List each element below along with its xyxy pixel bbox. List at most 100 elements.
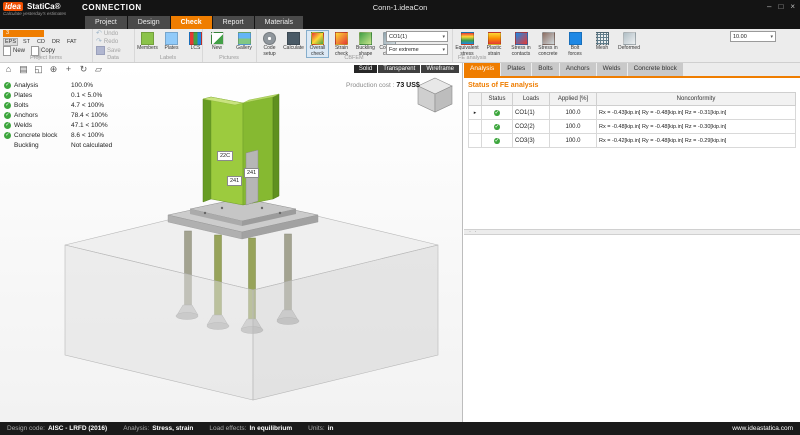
table-header-row: Status Loads Applied [%] Nonconformity	[469, 93, 796, 106]
check-ok-icon: ✓	[4, 122, 11, 129]
row-selector	[469, 134, 482, 148]
check-ok-icon: ✓	[4, 92, 11, 99]
result-tab-anchors[interactable]: Anchors	[560, 63, 596, 76]
minimize-button[interactable]: –	[767, 2, 771, 11]
gallery-button[interactable]: Gallery	[231, 30, 257, 53]
result-tab-bolts[interactable]: Bolts	[532, 63, 558, 76]
column-member	[203, 94, 279, 205]
buckling-shape-button[interactable]: Bucklingshape	[354, 30, 377, 58]
check-ok-icon: ✓	[4, 112, 11, 119]
maximize-button[interactable]: □	[778, 2, 783, 11]
result-tab-analysis[interactable]: Analysis	[464, 63, 500, 76]
wireframe-view-button[interactable]: Wireframe	[421, 65, 459, 73]
chevron-down-icon: ▾	[442, 47, 445, 53]
load-combination-select[interactable]: CO1(1)▾	[386, 31, 448, 42]
tab-design[interactable]: Design	[128, 16, 170, 29]
type-fat[interactable]: FAT	[65, 38, 79, 46]
result-tab-welds[interactable]: Welds	[597, 63, 627, 76]
equivalent-stress-button[interactable]: Equivalentstress	[454, 30, 480, 58]
calculator-icon	[287, 32, 300, 45]
zoom-window-icon[interactable]: ◱	[33, 64, 44, 75]
table-row[interactable]: ✓ CO2(2) 100.0 Rx = -0.48[kip.in] Ry = -…	[469, 120, 796, 134]
tab-materials[interactable]: Materials	[255, 16, 303, 29]
mesh-icon	[596, 32, 609, 45]
new-picture-button[interactable]: New	[204, 30, 230, 53]
gear-icon	[263, 32, 276, 45]
type-cd[interactable]: CD	[35, 38, 47, 46]
status-ok-icon: ✓	[494, 110, 499, 116]
group-fe-analysis: Equivalentstress Plasticstrain Stress in…	[452, 29, 790, 62]
stress-in-contacts-button[interactable]: Stress incontacts	[508, 30, 534, 58]
title-bar: idea StatiCa® Calculate yesterday's esti…	[0, 0, 800, 16]
buckling-shape-icon	[359, 32, 372, 45]
check-ok-icon: ✓	[4, 132, 11, 139]
perspective-icon[interactable]: ▱	[93, 64, 104, 75]
print-icon[interactable]: ▤	[18, 64, 29, 75]
save-icon	[96, 46, 105, 55]
orientation-cube[interactable]	[418, 78, 452, 112]
overall-check-icon	[311, 32, 324, 45]
plates-toggle-button[interactable]: Plates	[160, 30, 183, 53]
scene-label-241-b[interactable]: 241	[244, 168, 259, 178]
save-button[interactable]: Save	[96, 46, 121, 55]
view-mode-buttons: Solid Transparent Wireframe	[354, 65, 459, 73]
deformed-button[interactable]: Deformed	[616, 30, 642, 58]
members-toggle-button[interactable]: Members	[136, 30, 159, 53]
deformation-scale-select[interactable]: 10.00▾	[730, 31, 776, 42]
scene-label-22C[interactable]: 22C	[217, 151, 233, 161]
transparent-view-button[interactable]: Transparent	[378, 65, 420, 73]
bolt-forces-icon	[569, 32, 582, 45]
zoom-icon[interactable]: ⊕	[48, 64, 59, 75]
tab-report[interactable]: Report	[213, 16, 254, 29]
extreme-filter-select[interactable]: For extreme▾	[386, 44, 448, 55]
group-labels: Members Plates LCS Labels	[134, 29, 203, 62]
table-row[interactable]: ✓ CO3(3) 100.0 Rx = -0.42[kip.in] Ry = -…	[469, 134, 796, 148]
overall-check-button[interactable]: Overallcheck	[306, 30, 329, 58]
summary-row-analysis: ✓Analysis100.0%	[4, 80, 164, 90]
website-link[interactable]: www.ideastatica.com	[732, 425, 793, 432]
plastic-strain-button[interactable]: Plasticstrain	[481, 30, 507, 58]
group-label-cbfem: CBFEM	[256, 55, 452, 62]
bolt-forces-button[interactable]: Boltforces	[562, 30, 588, 58]
panel-splitter[interactable]: · ·	[464, 229, 800, 235]
scene-label-241-a[interactable]: 241	[227, 176, 242, 186]
analysis-type-status: Analysis:Stress, strain	[123, 425, 193, 432]
status-ok-icon: ✓	[494, 138, 499, 144]
group-cbfem: Codesetup Calculate Overallcheck Strainc…	[256, 29, 453, 62]
plates-icon	[165, 32, 178, 45]
table-row[interactable]: ▸ ✓ CO1(1) 100.0 Rx = -0.43[kip.in] Ry =…	[469, 106, 796, 120]
selected-project-item[interactable]: 3	[3, 30, 44, 37]
group-label-project-items: Project Items	[0, 55, 92, 62]
summary-row-bolts: ✓Bolts4.7 < 100%	[4, 100, 164, 110]
calculate-button[interactable]: Calculate	[282, 30, 305, 58]
pan-icon[interactable]: +	[63, 64, 74, 75]
type-eps[interactable]: EPS	[3, 38, 18, 46]
type-dr[interactable]: DR	[50, 38, 62, 46]
summary-row-plates: ✓Plates0.1 < 5.0%	[4, 90, 164, 100]
solid-view-button[interactable]: Solid	[354, 65, 377, 73]
summary-row-anchors: ✓Anchors78.4 < 100%	[4, 110, 164, 120]
tab-check[interactable]: Check	[171, 16, 212, 29]
tab-project[interactable]: Project	[85, 16, 127, 29]
viewport-3d[interactable]: ⌂ ▤ ◱ ⊕ + ↻ ▱ Solid Transparent Wirefram…	[0, 63, 463, 422]
row-selector: ▸	[469, 106, 482, 120]
redo-icon: ↷	[96, 38, 102, 45]
splitter-handle[interactable]: · ·	[469, 230, 800, 234]
redo-button[interactable]: ↷Redo	[96, 38, 121, 45]
home-icon[interactable]: ⌂	[3, 64, 14, 75]
close-button[interactable]: ×	[790, 2, 795, 11]
code-setup-button[interactable]: Codesetup	[258, 30, 281, 58]
result-tab-plates[interactable]: Plates	[501, 63, 531, 76]
result-tab-concrete-block[interactable]: Concrete block	[628, 63, 683, 76]
undo-button[interactable]: ↶Undo	[96, 30, 121, 37]
rotate-icon[interactable]: ↻	[78, 64, 89, 75]
check-summary-panel: ✓Analysis100.0% ✓Plates0.1 < 5.0% ✓Bolts…	[4, 80, 164, 150]
equivalent-stress-icon	[461, 32, 474, 45]
ribbon-tabstrip: Project Design Check Report Materials	[0, 16, 800, 29]
stress-in-concrete-button[interactable]: Stress inconcrete	[535, 30, 561, 58]
mesh-button[interactable]: Mesh	[589, 30, 615, 58]
strain-check-button[interactable]: Straincheck	[330, 30, 353, 58]
group-label-data: Data	[92, 55, 134, 62]
group-pictures: New Gallery Pictures	[202, 29, 257, 62]
type-st[interactable]: ST	[21, 38, 32, 46]
